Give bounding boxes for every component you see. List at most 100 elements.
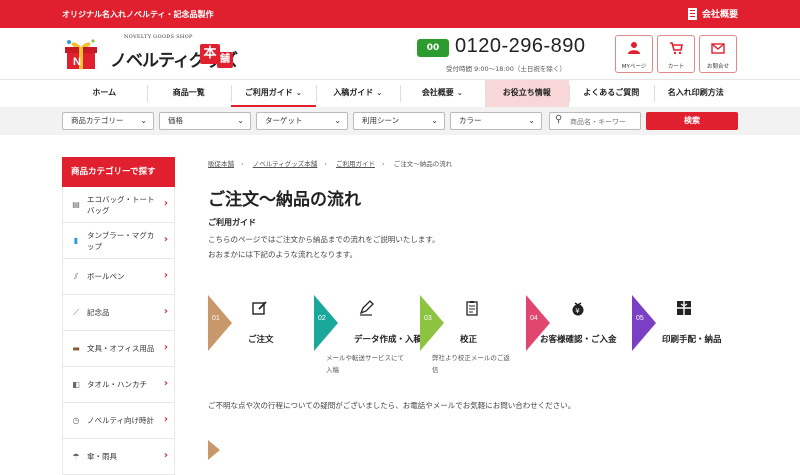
category-sidebar: 商品カテゴリーで探す ▤ エコバッグ・トートバッグ › ▮ タンブラー・マグカップ › … (62, 157, 175, 475)
step-number: 02 (318, 315, 326, 322)
step-description: メールや転送サービスにて入稿 (326, 354, 404, 374)
edit-icon (250, 300, 270, 320)
chevron-down-icon: ⌄ (376, 89, 383, 97)
site-header: NOVELTY GOODS SHOP N ノベルティグッズ 本 舗 00 012… (0, 28, 800, 80)
main-nav: ホーム 商品一覧 ご利用ガイド ⌄ 入稿ガイド ⌄ 会社概要 ⌄ お役立ち情報 よくあ… (62, 80, 738, 107)
company-link[interactable]: 会社概要 (687, 7, 738, 20)
chevron-right-icon: › (163, 270, 168, 281)
breadcrumb: 販促本舗 › ノベルティグッズ本舗 › ご利用ガイド › ご注文～納品の流れ (208, 158, 452, 168)
nav-print-methods[interactable]: 名入れ印刷方法 (653, 80, 739, 107)
filter-color-select[interactable]: カラー ⌄ (450, 112, 542, 130)
search-input[interactable] (570, 115, 638, 128)
filter-category-select[interactable]: 商品カテゴリー ⌄ (62, 112, 154, 130)
nav-products[interactable]: 商品一覧 (146, 80, 232, 107)
filter-target-select[interactable]: ターゲット ⌄ (256, 112, 348, 130)
business-hours: 受付時間 9:00～18:00（土日祝を除く） (446, 65, 566, 73)
sidebar-item-ecobag[interactable]: ▤ エコバッグ・トートバッグ › (62, 187, 175, 223)
nav-company[interactable]: 会社概要 ⌄ (400, 80, 485, 107)
cart-label: カート (667, 64, 685, 70)
step-marker (314, 295, 338, 351)
step-data-submission: 02 データ作成・入稿 メールや転送サービスにて入稿 (314, 290, 422, 374)
breadcrumb-separator: › (241, 160, 244, 168)
page-title: ご注文～納品の流れ (208, 190, 361, 210)
nav-print-methods-label: 名入れ印刷方法 (667, 88, 724, 97)
search-button[interactable]: 検索 (646, 112, 738, 130)
breadcrumb-link[interactable]: 販促本舗 (208, 160, 234, 168)
cart-icon (658, 41, 694, 60)
mypage-button[interactable]: MYページ (615, 35, 653, 73)
sidebar-item-memorial[interactable]: ⟋ 記念品 › (62, 295, 175, 331)
mypage-label: MYページ (621, 64, 647, 70)
logo-subtitle: NOVELTY GOODS SHOP (124, 34, 193, 40)
step-number: 03 (424, 315, 432, 322)
sidebar-item-clock[interactable]: ◷ ノベルティ向け時計 › (62, 403, 175, 439)
top-bar: オリジナル名入れノベルティ・記念品製作 会社概要 (0, 0, 800, 28)
step-order: 01 ご注文 (208, 290, 303, 370)
page-intro: こちらのページではご注文から納品までの流れをご説明いたします。 おおまかには下記… (208, 232, 440, 262)
sidebar-item-label: エコバッグ・トートバッグ (87, 194, 155, 215)
chevron-right-icon: › (163, 234, 168, 245)
nav-company-label: 会社概要 (421, 88, 454, 97)
chevron-down-icon: ⌄ (295, 89, 302, 97)
gift-icon: ⟋ (73, 307, 79, 317)
filter-target-label: ターゲット (265, 116, 303, 125)
filter-price-select[interactable]: 価格 ⌄ (159, 112, 251, 130)
moneybag-icon: ¥ (568, 300, 588, 320)
step-number: 04 (530, 315, 538, 322)
order-flow-steps: 01 ご注文 02 データ作成・入稿 メールや転送サービスにて入稿 03 校正 … (208, 290, 738, 374)
chevron-down-icon: ⌄ (431, 116, 438, 125)
step-title: 印刷手配・納品 (662, 335, 722, 345)
contact-button[interactable]: お問合せ (699, 35, 737, 73)
breadcrumb-link[interactable]: ご利用ガイド (336, 160, 375, 168)
stationery-icon: ▬ (72, 344, 80, 353)
nav-home-label: ホーム (92, 88, 117, 97)
contact-label: お問合せ (706, 64, 729, 70)
sidebar-item-towel[interactable]: ◧ タオル・ハンカチ › (62, 367, 175, 403)
breadcrumb-link[interactable]: ノベルティグッズ本舗 (253, 160, 318, 168)
nav-useful-info[interactable]: お役立ち情報 (484, 80, 569, 107)
step-proof: 03 校正 弊社より校正メールのご返信 (420, 290, 515, 374)
clock-icon: ◷ (72, 416, 80, 425)
sidebar-item-tumbler[interactable]: ▮ タンブラー・マグカップ › (62, 223, 175, 259)
sidebar-item-label: ノベルティ向け時計 (87, 416, 155, 425)
search-icon: ⚲ (555, 114, 563, 125)
step-number: 05 (636, 315, 644, 322)
breadcrumb-separator: › (324, 160, 327, 168)
chevron-right-icon: › (163, 450, 168, 461)
step-marker (632, 295, 656, 351)
breadcrumb-separator: › (382, 160, 385, 168)
svg-text:¥: ¥ (575, 307, 580, 315)
sidebar-item-stationery[interactable]: ▬ 文具・オフィス用品 › (62, 331, 175, 367)
chevron-right-icon: › (163, 306, 168, 317)
site-logo[interactable]: NOVELTY GOODS SHOP N ノベルティグッズ 本 舗 (62, 34, 242, 74)
step-confirm-payment: 04 ¥ お客様確認・ご入金 (526, 290, 621, 370)
nav-faq[interactable]: よくあるご質問 (569, 80, 654, 107)
closing-note: ご不明な点や次の行程についての疑問がございましたら、お電話やメールでお気軽にお問… (208, 401, 576, 410)
step-marker (208, 440, 220, 460)
nav-home[interactable]: ホーム (62, 80, 147, 107)
page-subheading: ご利用ガイド (208, 218, 256, 227)
pen-icon: ⫽ (74, 271, 78, 281)
step-number: 01 (212, 315, 220, 322)
filter-scene-select[interactable]: 利用シーン ⌄ (353, 112, 445, 130)
sidebar-item-ballpen[interactable]: ⫽ ボールペン › (62, 259, 175, 295)
phone-contact[interactable]: 00 0120-296-890 受付時間 9:00～18:00（土日祝を除く） (415, 35, 605, 76)
step-title: データ作成・入稿 (354, 335, 423, 345)
chevron-down-icon: ⌄ (237, 116, 244, 125)
user-icon (616, 41, 652, 60)
gift-box-icon: N (65, 39, 97, 69)
freedial-icon: 00 (417, 39, 449, 57)
step-print-delivery: 05 印刷手配・納品 (632, 290, 727, 370)
step-title: お客様確認・ご入金 (540, 335, 617, 345)
towel-icon: ◧ (72, 380, 80, 389)
cart-button[interactable]: カート (657, 35, 695, 73)
nav-submission-guide[interactable]: 入稿ガイド ⌄ (315, 80, 401, 107)
sidebar-item-umbrella[interactable]: ☂ 傘・雨具 › (62, 439, 175, 475)
step-description: 弊社より校正メールのご返信 (432, 354, 510, 374)
filter-scene-label: 利用シーン (362, 116, 400, 125)
company-link-label: 会社概要 (701, 10, 738, 20)
sidebar-item-label: ボールペン (87, 272, 125, 281)
chevron-right-icon: › (163, 414, 168, 425)
nav-guide[interactable]: ご利用ガイド ⌄ (231, 80, 316, 107)
sidebar-title: 商品カテゴリーで探す (62, 157, 175, 187)
